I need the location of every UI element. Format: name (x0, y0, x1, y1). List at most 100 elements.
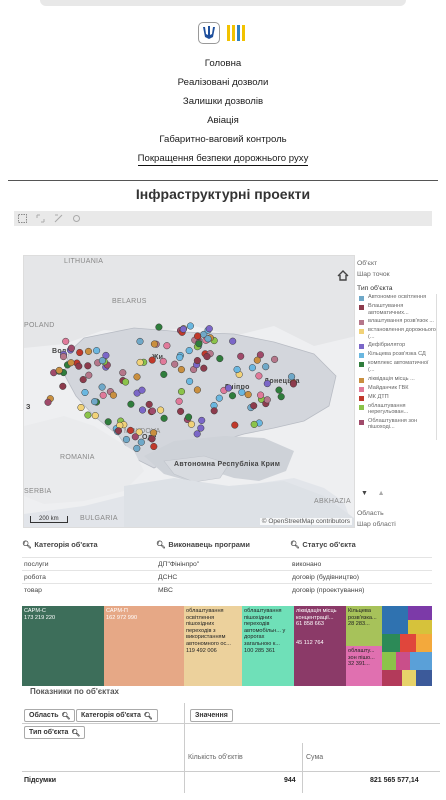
map-point[interactable] (98, 357, 106, 365)
treemap-tile[interactable] (396, 652, 410, 670)
map-point[interactable] (93, 347, 101, 355)
map-point[interactable] (195, 340, 203, 348)
map-point[interactable] (263, 380, 271, 388)
nav-permits-remaining[interactable]: Залишки дозволів (0, 92, 446, 111)
map-point[interactable] (55, 366, 63, 374)
nav-permits-issued[interactable]: Реалізовані дозволи (0, 73, 446, 92)
map-point[interactable] (194, 332, 202, 340)
map-point[interactable] (62, 337, 70, 345)
legend-item[interactable]: Влаштування автоматичних... (357, 303, 436, 316)
map-point[interactable] (44, 398, 52, 406)
map-point[interactable] (67, 344, 75, 352)
treemap-chart[interactable]: САРМ-С 173 219 220 САРМ-П 162 972 990 об… (22, 606, 432, 686)
map-attribution[interactable]: © OpenStreetMap contributors (259, 518, 352, 525)
map-point[interactable] (197, 424, 205, 432)
map-point[interactable] (171, 360, 179, 368)
nav-aviation[interactable]: Авіація (0, 111, 446, 130)
map-point[interactable] (186, 322, 194, 330)
treemap-tile[interactable] (382, 634, 400, 652)
map-point[interactable] (177, 407, 185, 415)
map-point[interactable] (109, 391, 117, 399)
treemap-tile[interactable] (416, 670, 432, 686)
map-point[interactable] (216, 355, 224, 363)
legend-item[interactable]: Майданчик ГВК (357, 385, 436, 392)
nav-weight-control[interactable]: Габаритно-ваговий контроль (0, 130, 446, 149)
map-point[interactable] (160, 414, 168, 422)
map-point[interactable] (131, 433, 139, 441)
pivot-dim-category[interactable]: Категорія об'єкта 🔍︎ (76, 709, 158, 722)
map-point[interactable] (204, 335, 212, 343)
map-point[interactable] (150, 442, 158, 451)
map-point[interactable] (200, 364, 208, 372)
legend-header-layer[interactable]: Шар точок (357, 269, 437, 280)
map-point[interactable] (262, 363, 270, 371)
treemap-tile[interactable]: САРМ-П 162 972 990 (104, 606, 184, 686)
chevron-up-icon[interactable]: ▲ (378, 490, 385, 497)
home-icon[interactable] (337, 268, 349, 286)
filter-category-item[interactable]: робота (24, 574, 46, 581)
treemap-tile[interactable]: САРМ-С 173 219 220 (22, 606, 104, 686)
filter-category-header[interactable]: 🔍︎ Категорія об'єкта (22, 540, 98, 549)
map-point[interactable] (193, 357, 201, 365)
map-point[interactable] (75, 362, 83, 370)
map-point[interactable] (233, 365, 241, 374)
treemap-tile[interactable]: Кільцева розв'язка... 28 283... (346, 606, 382, 646)
map-point[interactable] (225, 384, 233, 392)
map-point[interactable] (244, 391, 252, 399)
map-point[interactable] (91, 412, 99, 420)
projects-map[interactable]: LITHUANIA BELARUS POLAND MOLDOVA ROMANIA… (23, 255, 355, 528)
clear-selection-icon[interactable] (54, 214, 63, 223)
map-point[interactable] (91, 398, 99, 406)
legend-item[interactable]: комплекс автоматичної (... (357, 360, 436, 373)
legend-item[interactable]: МК ДТП (357, 394, 436, 401)
treemap-tile[interactable] (410, 652, 432, 670)
nav-road-safety[interactable]: Покращення безпеки дорожнього руху (0, 149, 446, 168)
filter-category-item[interactable]: послуги (24, 561, 49, 568)
legend-footer-layer[interactable]: Шар області (357, 519, 396, 530)
legend-footer-region[interactable]: Область (357, 508, 396, 519)
map-point[interactable] (126, 426, 135, 434)
pivot-dim-region[interactable]: Область 🔍︎ (24, 709, 76, 722)
treemap-tile[interactable] (382, 670, 402, 686)
pivot-values-button[interactable]: Значення (190, 709, 233, 722)
treemap-tile[interactable]: облашту... зон пішо... 32 391... (346, 646, 382, 686)
map-point[interactable] (163, 342, 171, 350)
nav-home[interactable]: Головна (0, 54, 446, 73)
map-point[interactable] (186, 377, 194, 385)
legend-item[interactable]: Дефібрилятор (357, 342, 436, 350)
filter-executor-header[interactable]: 🔍︎ Виконавець програми (156, 540, 250, 549)
legend-item[interactable]: ліквідація місць ... (357, 376, 436, 383)
map-point[interactable] (250, 402, 258, 410)
treemap-small-tiles[interactable] (382, 606, 432, 686)
map-point[interactable] (127, 400, 135, 408)
map-point[interactable] (175, 397, 183, 405)
map-point[interactable] (148, 407, 157, 415)
map-point[interactable] (277, 393, 285, 401)
ministry-logo-icon[interactable] (226, 22, 248, 44)
map-point[interactable] (59, 353, 68, 361)
map-point[interactable] (104, 418, 112, 426)
treemap-tile[interactable]: облаштування освітлення пішохідних перех… (184, 606, 242, 686)
map-point[interactable] (84, 411, 92, 419)
filter-executor-item[interactable]: ДП"Фінінпро" (158, 561, 199, 568)
map-point[interactable] (148, 435, 156, 443)
filter-status-item[interactable]: договір (будівництво) (292, 574, 359, 581)
map-point[interactable] (185, 413, 193, 421)
map-point[interactable] (187, 420, 195, 428)
map-point[interactable] (237, 352, 245, 360)
map-point[interactable] (133, 444, 141, 452)
map-point[interactable] (150, 340, 158, 348)
map-point[interactable] (84, 347, 93, 355)
map-point[interactable] (99, 391, 107, 399)
lasso-select-icon[interactable] (18, 214, 27, 223)
map-point[interactable] (210, 407, 218, 415)
map-point[interactable] (185, 347, 193, 355)
legend-item[interactable]: Кільцева розв'язка СД (357, 351, 436, 359)
filter-executor-item[interactable]: ДСНС (158, 574, 177, 581)
legend-item[interactable]: влаштування розв'язок ... (357, 318, 436, 326)
map-point[interactable] (289, 380, 297, 388)
map-point[interactable] (122, 378, 130, 386)
map-point[interactable] (155, 323, 163, 331)
filter-status-item[interactable]: виконано (292, 561, 321, 568)
map-point[interactable] (271, 355, 279, 363)
